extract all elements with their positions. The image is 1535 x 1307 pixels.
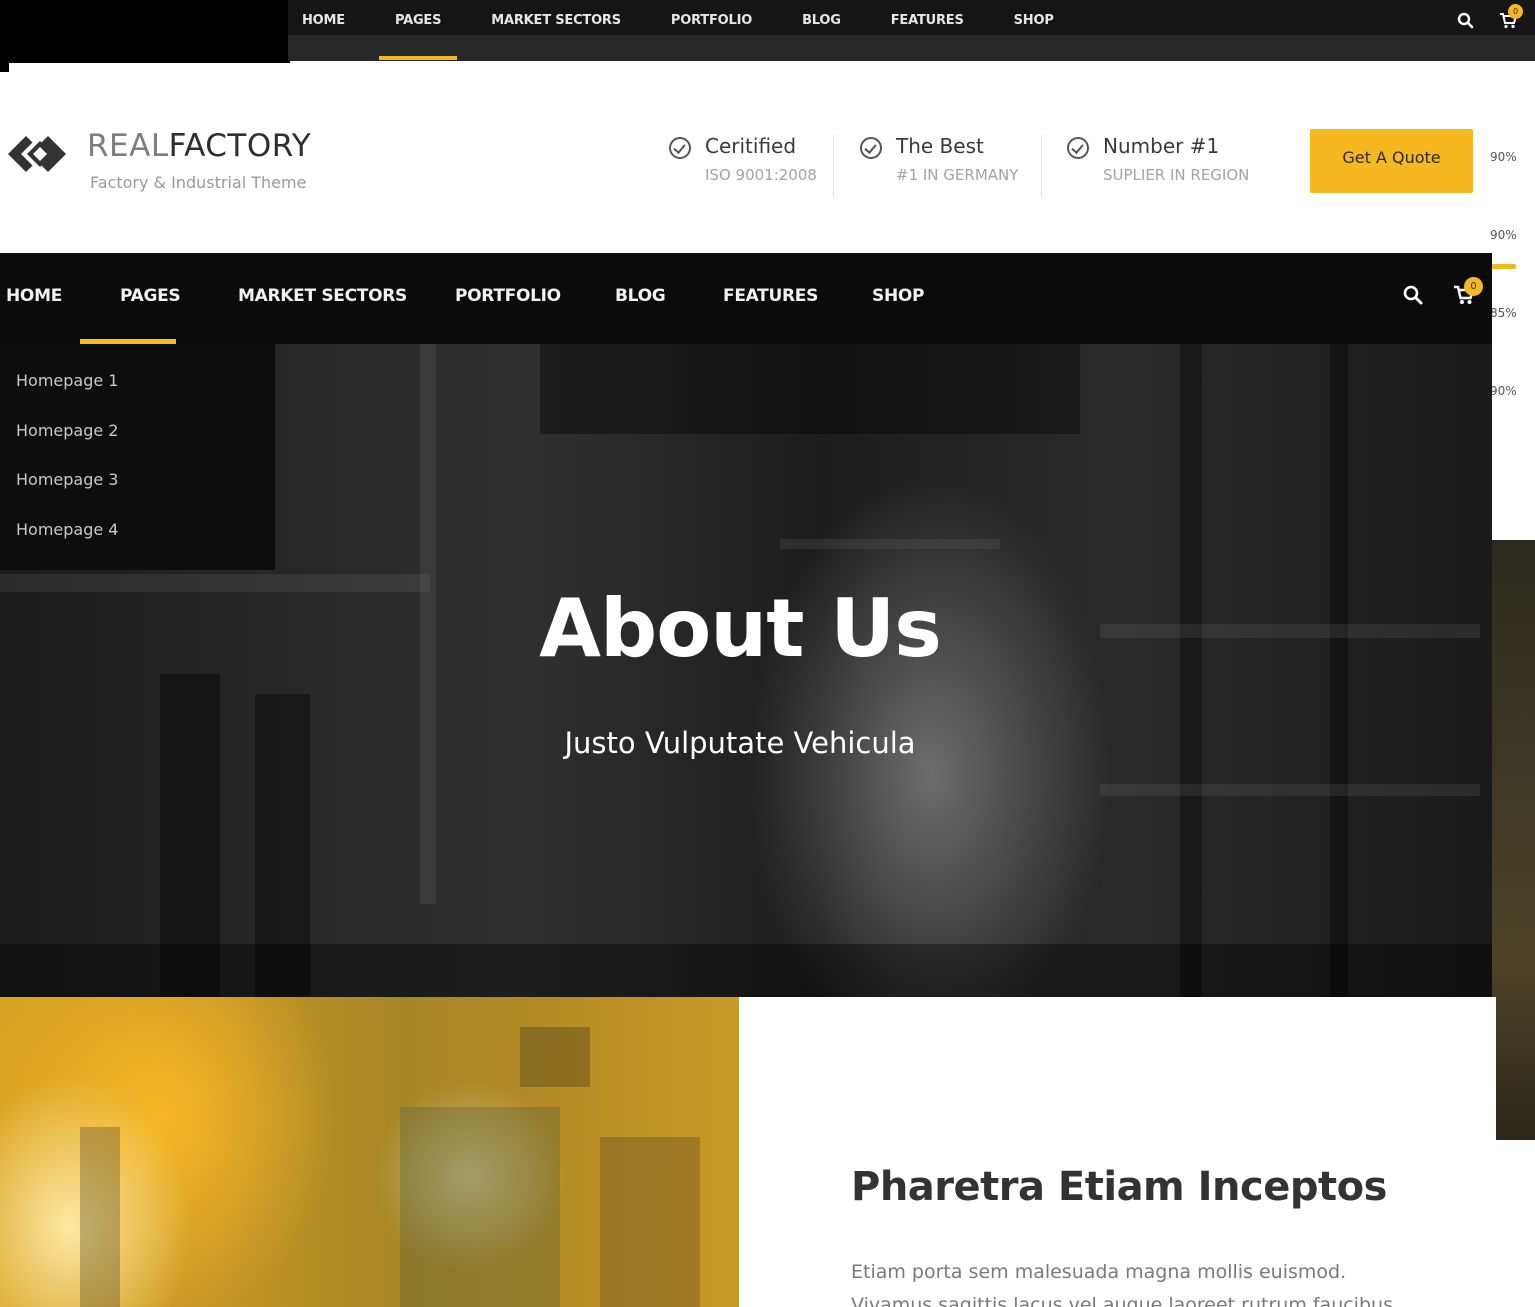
sticky-nav-market-sectors[interactable]: MARKET SECTORS [491, 0, 621, 42]
sticky-search-icon[interactable] [1457, 12, 1474, 29]
progress-label: 85% [1490, 306, 1517, 320]
nav-market-sectors[interactable]: MARKET SECTORS [238, 253, 407, 339]
section-paragraph: Etiam porta sem malesuada magna mollis e… [851, 1261, 1393, 1307]
nav-portfolio[interactable]: PORTFOLIO [455, 253, 561, 339]
get-a-quote-button[interactable]: Get A Quote [1310, 129, 1473, 193]
info-divider [833, 135, 834, 197]
sticky-nav-home[interactable]: HOME [302, 0, 345, 42]
factory-photo [0, 997, 739, 1307]
photo-shape [80, 1127, 120, 1307]
sticky-nav-features[interactable]: FEATURES [891, 0, 964, 42]
info-title: The Best [896, 134, 984, 158]
hero-background-shape [540, 344, 1080, 434]
logo-tagline: Factory & Industrial Theme [90, 173, 307, 192]
info-title: Ceritified [705, 134, 797, 158]
sticky-nav-portfolio[interactable]: PORTFOLIO [671, 0, 752, 42]
pages-dropdown-menu: Homepage 1 Homepage 2 Homepage 3 Homepag… [0, 344, 275, 570]
logo-title[interactable]: REALFACTORY [87, 128, 311, 164]
photo-shape [600, 1137, 700, 1307]
top-left-black-corner [0, 63, 9, 72]
logo-title-dark: FACTORY [168, 128, 312, 164]
dropdown-item-homepage-1[interactable]: Homepage 1 [16, 371, 118, 390]
site-header: REALFACTORY Factory & Industrial Theme C… [0, 72, 1490, 253]
progress-label: 90% [1490, 384, 1517, 398]
check-circle-icon [1067, 137, 1089, 159]
nav-features[interactable]: FEATURES [723, 253, 818, 339]
hero-background-shape [780, 539, 1000, 549]
sticky-nav: HOME PAGES MARKET SECTORS PORTFOLIO BLOG… [288, 0, 1054, 60]
page-title: About Us [539, 582, 942, 675]
section-heading: Pharetra Etiam Inceptos [851, 1164, 1387, 1210]
page-subtitle: Justo Vulputate Vehicula [564, 726, 916, 760]
progress-bar-fill [1490, 264, 1516, 269]
photo-shape [400, 1107, 560, 1307]
background-image-slice [1490, 540, 1535, 1140]
info-title: Number #1 [1103, 134, 1220, 158]
progress-label: 90% [1490, 150, 1517, 164]
nav-blog[interactable]: BLOG [615, 253, 666, 339]
sticky-nav-shop[interactable]: SHOP [1014, 0, 1054, 42]
top-left-black-block [0, 0, 290, 63]
nav-shop[interactable]: SHOP [872, 253, 924, 339]
info-subtitle: ISO 9001:2008 [705, 166, 817, 184]
info-subtitle: #1 IN GERMANY [896, 166, 1019, 184]
nav-home[interactable]: HOME [6, 253, 62, 339]
check-circle-icon [860, 137, 882, 159]
info-subtitle: SUPLIER IN REGION [1103, 166, 1250, 184]
check-circle-icon [669, 137, 691, 159]
dropdown-item-homepage-3[interactable]: Homepage 3 [16, 470, 118, 489]
info-divider [1041, 135, 1042, 197]
sticky-nav-blog[interactable]: BLOG [802, 0, 841, 42]
dropdown-item-homepage-4[interactable]: Homepage 4 [16, 520, 118, 539]
hero-background-shape [0, 944, 1492, 997]
sticky-cart-badge: 0 [1508, 4, 1523, 19]
search-icon[interactable] [1403, 285, 1423, 305]
sticky-nav-pages[interactable]: PAGES [378, 0, 458, 60]
main-nav: HOME PAGES MARKET SECTORS PORTFOLIO BLOG… [0, 253, 1492, 344]
photo-shape [520, 1027, 590, 1087]
nav-pages[interactable]: PAGES [120, 253, 181, 339]
progress-label: 90% [1490, 228, 1517, 242]
hero-background-shape [1100, 784, 1480, 796]
logo-title-light: REAL [87, 128, 169, 164]
cart-count-badge: 0 [1464, 277, 1483, 296]
dropdown-item-homepage-2[interactable]: Homepage 2 [16, 421, 118, 440]
logo-icon[interactable] [6, 131, 68, 177]
background-page-slice [1490, 61, 1535, 541]
